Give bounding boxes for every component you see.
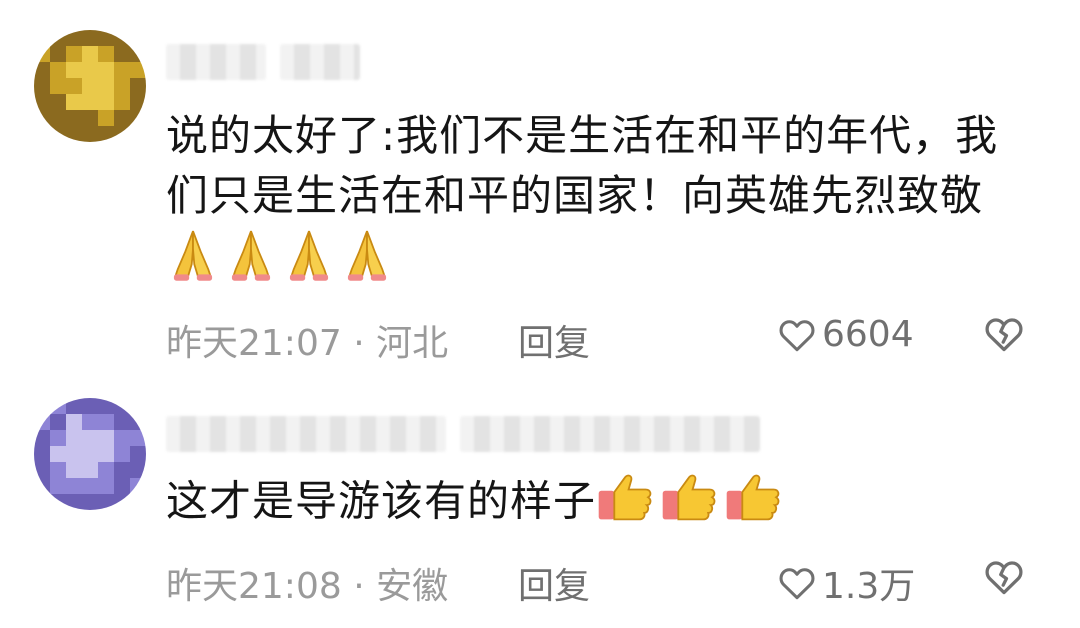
broken-heart-icon [985,561,1023,595]
timestamp-location: 昨天21:08 · 安徽 [166,566,449,607]
like-button[interactable]: 1.3万 [778,557,915,609]
comment-text-content: 说的太好了:我们不是生活在和平的年代，我们只是生活在和平的国家！向英雄先烈致敬 [166,111,999,220]
like-count: 1.3万 [822,566,916,607]
comment-meta: 昨天21:07 · 河北 回复 6604 [166,310,1040,364]
reply-button[interactable]: 回复 [518,557,590,609]
comment-text: 这才是导游该有的样子 [166,470,1026,538]
comment-meta: 昨天21:08 · 安徽 回复 1.3万 [166,553,1040,607]
like-count: 6604 [822,314,914,355]
emoji-row [596,470,788,538]
folded-hands-icon [224,226,278,298]
comment-item: 这才是导游该有的样子 昨天21:08 · 安徽 回复 1.3万 [0,380,1080,628]
comment-text-content: 这才是导游该有的样子 [166,476,597,526]
broken-heart-icon [985,318,1023,352]
thumbs-up-icon [724,470,784,538]
heart-icon [779,568,815,600]
emoji-row [166,226,398,298]
folded-hands-icon [340,226,394,298]
folded-hands-icon [166,226,220,298]
heart-icon [779,319,815,351]
thumbs-up-icon [596,470,656,538]
username-blurred[interactable] [166,416,760,452]
avatar[interactable] [34,398,146,510]
folded-hands-icon [282,226,336,298]
dislike-button[interactable] [984,316,1024,361]
dislike-button[interactable] [984,559,1024,604]
thumbs-up-icon [660,470,720,538]
avatar[interactable] [34,30,146,142]
comment-item: 说的太好了:我们不是生活在和平的年代，我们只是生活在和平的国家！向英雄先烈致敬 … [0,0,1080,380]
username-blurred[interactable] [166,44,360,80]
timestamp-location: 昨天21:07 · 河北 [166,323,449,364]
comment-text: 说的太好了:我们不是生活在和平的年代，我们只是生活在和平的国家！向英雄先烈致敬 [166,106,1026,298]
reply-button[interactable]: 回复 [518,314,590,366]
like-button[interactable]: 6604 [778,314,914,355]
